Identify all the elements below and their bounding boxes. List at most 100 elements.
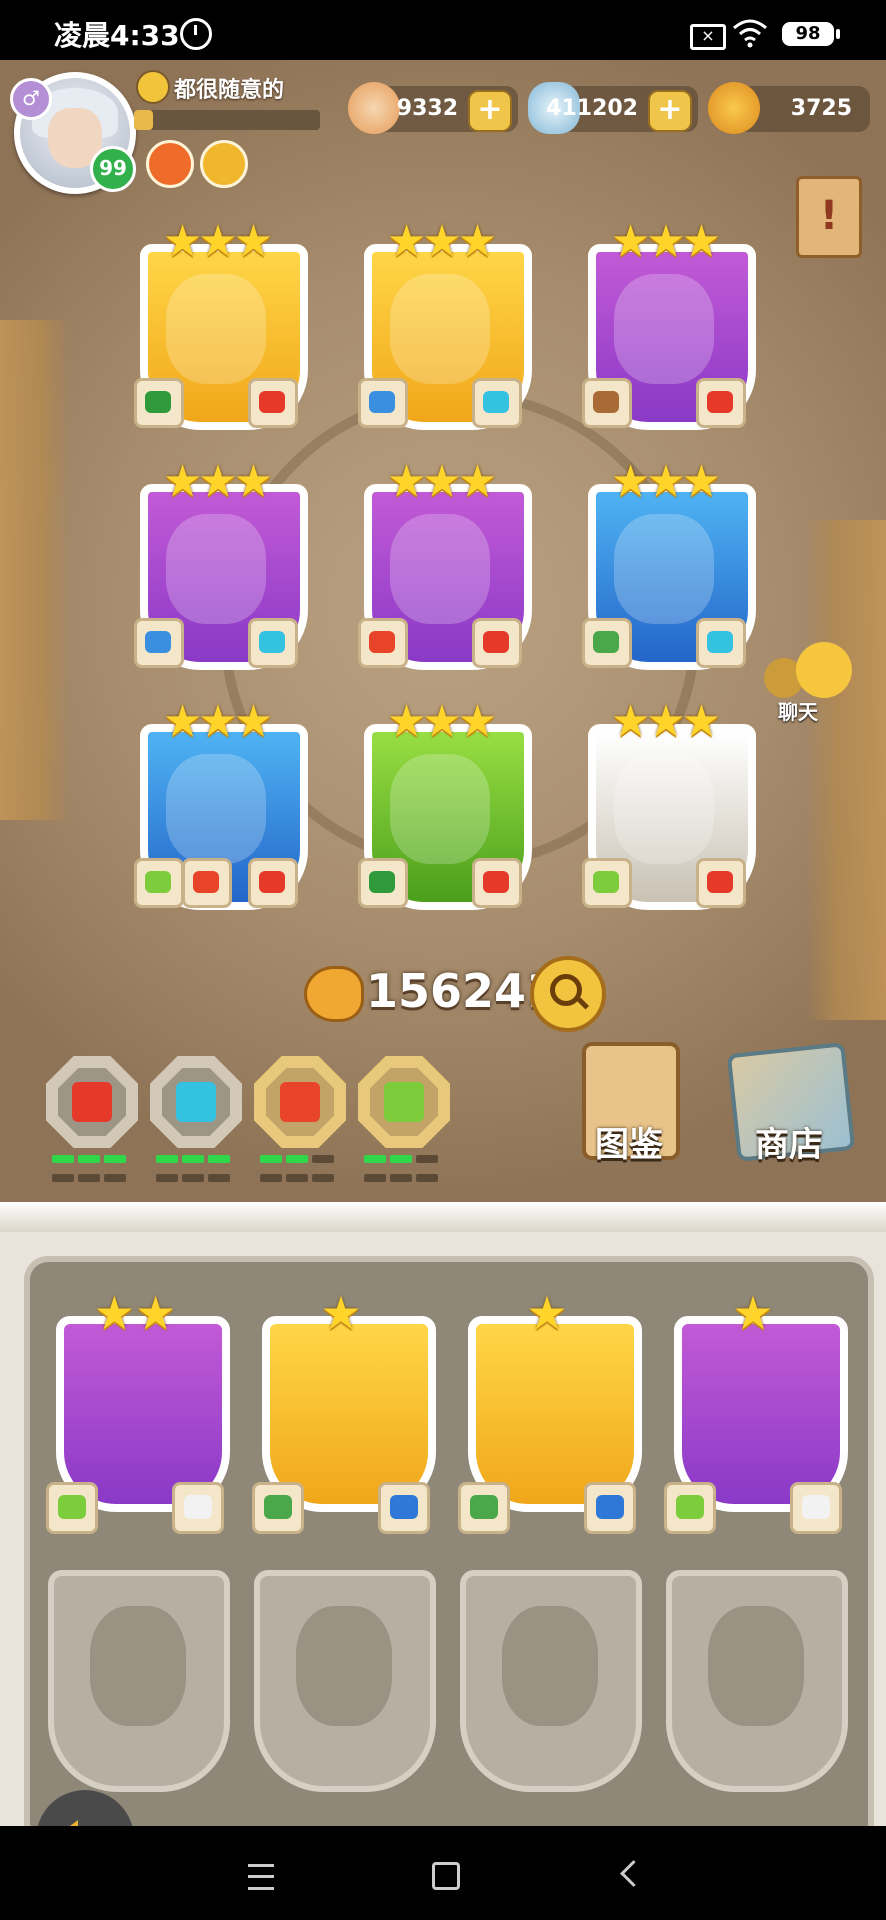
search-button[interactable]	[530, 956, 606, 1032]
bench-card[interactable]: ★	[452, 1286, 642, 1546]
strength-arm-icon	[304, 966, 364, 1022]
count-pip	[312, 1155, 334, 1163]
add-meat-button[interactable]: +	[468, 90, 512, 132]
count-pip	[260, 1174, 282, 1182]
gem-amount: 411202	[546, 96, 638, 121]
team-card[interactable]: ★★★	[352, 696, 532, 910]
count-pip	[104, 1155, 126, 1163]
bench-card[interactable]: ★	[246, 1286, 436, 1546]
card-stars: ★★★	[162, 696, 273, 747]
card-stars: ★★★	[386, 696, 497, 747]
filter-count-pips	[362, 1150, 452, 1188]
card-stars: ★★★	[610, 696, 721, 747]
dinosaur-portrait	[390, 754, 490, 864]
dinosaur-portrait	[390, 514, 490, 624]
team-card[interactable]: ★★★	[128, 696, 308, 910]
gem-currency: 411202 +	[528, 82, 698, 134]
card-stars: ★	[320, 1286, 362, 1340]
empty-bench-slot[interactable]	[48, 1570, 230, 1792]
count-pip	[312, 1174, 334, 1182]
bench-card[interactable]: ★★	[40, 1286, 230, 1546]
filter-wind[interactable]	[150, 1056, 242, 1182]
count-pip	[182, 1155, 204, 1163]
plains-element-icon	[46, 1482, 98, 1534]
tornado-element-icon	[584, 1482, 636, 1534]
wind-element-icon	[472, 378, 522, 428]
dino-silhouette-icon	[90, 1606, 186, 1726]
team-card[interactable]: ★★★	[576, 456, 756, 670]
count-pip	[104, 1174, 126, 1182]
recent-apps-icon[interactable]	[248, 1864, 274, 1890]
chat-button[interactable]: 聊天	[764, 642, 860, 724]
meat-icon	[348, 82, 400, 134]
quest-scroll-icon[interactable]: !	[796, 176, 862, 258]
notification-off-icon: ×	[690, 24, 726, 50]
team-card[interactable]: ★★★	[576, 696, 756, 910]
earth-element-icon	[582, 378, 632, 428]
dex-button[interactable]: 图鉴	[572, 1042, 686, 1172]
empty-bench-slot[interactable]	[254, 1570, 436, 1792]
wall-decoration	[0, 320, 70, 820]
card-stars: ★★★	[162, 456, 273, 507]
coin-badge-icon[interactable]	[200, 140, 248, 188]
add-gem-button[interactable]: +	[648, 90, 692, 132]
count-pip	[364, 1174, 386, 1182]
count-pip	[208, 1155, 230, 1163]
empty-bench-slot[interactable]	[666, 1570, 848, 1792]
wind-element-icon	[176, 1082, 216, 1122]
alarm-icon	[180, 18, 212, 50]
fire-element-icon	[472, 618, 522, 668]
count-pip	[286, 1155, 308, 1163]
cloud-element-icon	[790, 1482, 842, 1534]
tornado-element-icon	[378, 1482, 430, 1534]
count-pip	[390, 1155, 412, 1163]
count-pip	[52, 1155, 74, 1163]
search-icon	[550, 974, 582, 1006]
fire-element-icon	[248, 858, 298, 908]
count-pip	[416, 1174, 438, 1182]
plains-element-icon	[582, 858, 632, 908]
count-pip	[390, 1174, 412, 1182]
team-card[interactable]: ★★★	[352, 216, 532, 430]
card-stars: ★★★	[386, 456, 497, 507]
coin-currency: 3725	[708, 82, 870, 134]
filter-volcano[interactable]	[254, 1056, 346, 1182]
status-bar: 凌晨4:33 × 98	[0, 0, 886, 60]
grass-beast-element-icon	[582, 618, 632, 668]
plains-element-icon	[134, 858, 184, 908]
filter-plains[interactable]	[358, 1056, 450, 1182]
team-card[interactable]: ★★★	[128, 216, 308, 430]
count-pip	[208, 1174, 230, 1182]
panel-rim	[0, 1202, 886, 1232]
team-card[interactable]: ★★★	[128, 456, 308, 670]
card-stars: ★★★	[386, 216, 497, 267]
card-stars: ★	[732, 1286, 774, 1340]
system-nav-bar	[0, 1826, 886, 1920]
volcano-element-icon	[280, 1082, 320, 1122]
forest-element-icon	[134, 378, 184, 428]
shop-button[interactable]: 商店	[722, 1042, 856, 1172]
count-pip	[260, 1155, 282, 1163]
water-element-icon	[134, 618, 184, 668]
team-card[interactable]: ★★★	[576, 216, 756, 430]
shop-label: 商店	[755, 1125, 823, 1165]
filter-fire[interactable]	[46, 1056, 138, 1182]
coin-icon	[708, 82, 760, 134]
xp-bar	[134, 110, 320, 130]
bench-card[interactable]: ★	[658, 1286, 848, 1546]
forest-element-icon	[358, 858, 408, 908]
grass-beast-element-icon	[252, 1482, 304, 1534]
dinosaur-portrait	[614, 274, 714, 384]
home-icon[interactable]	[432, 1862, 460, 1890]
team-card[interactable]: ★★★	[352, 456, 532, 670]
empty-bench-slot[interactable]	[460, 1570, 642, 1792]
gender-icon: ♂	[10, 78, 52, 120]
ball-badge-icon[interactable]	[146, 140, 194, 188]
coin-amount: 3725	[790, 96, 852, 121]
count-pip	[364, 1155, 386, 1163]
dino-silhouette-icon	[502, 1606, 598, 1726]
volcano-element-icon	[358, 618, 408, 668]
filter-count-pips	[50, 1150, 140, 1188]
count-pip	[156, 1174, 178, 1182]
system-back-icon[interactable]	[620, 1860, 647, 1887]
